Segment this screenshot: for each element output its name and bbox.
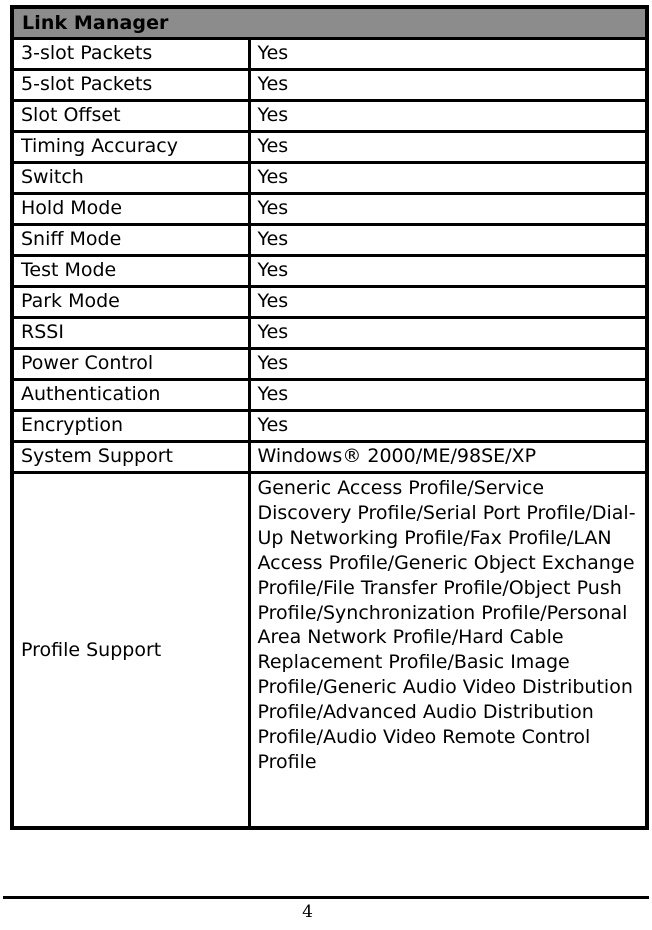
row-label-cell: Slot Offset — [10, 99, 251, 133]
table-row: Encryption Yes — [10, 409, 649, 443]
row-value-cell: Yes — [247, 254, 649, 288]
table-row: Slot Offset Yes — [10, 99, 649, 133]
row-label-cell: 5-slot Packets — [10, 68, 251, 102]
row-value-cell: Yes — [247, 161, 649, 195]
row-label: Park Mode — [21, 290, 120, 312]
spec-table-body: Link Manager 3-slot Packets Yes 5-slot Pac… — [10, 5, 649, 830]
row-label: Encryption — [21, 414, 124, 436]
table-row: Test Mode Yes — [10, 254, 649, 288]
row-value-cell: Yes — [247, 68, 649, 102]
row-label-cell: Park Mode — [10, 285, 251, 319]
row-label-cell: Sniff Mode — [10, 223, 251, 257]
row-value: Yes — [257, 104, 289, 126]
table-row-profile-support: Profile Support Generic Access Profile/S… — [10, 471, 649, 830]
footer-divider — [3, 896, 649, 899]
table-row: Authentication Yes — [10, 378, 649, 412]
row-label-cell: Hold Mode — [10, 192, 251, 226]
row-label: Sniff Mode — [21, 228, 122, 250]
row-value: Yes — [257, 352, 289, 374]
section-header-title: Link Manager — [22, 12, 169, 34]
row-value-cell: Yes — [247, 285, 649, 319]
row-label: Authentication — [21, 383, 161, 405]
row-value: Yes — [257, 197, 289, 219]
row-label: 5-slot Packets — [21, 73, 153, 95]
row-label-cell: Authentication — [10, 378, 251, 412]
row-value-cell: Yes — [247, 130, 649, 164]
row-value: Yes — [257, 42, 289, 64]
row-value-cell: Yes — [247, 99, 649, 133]
row-value-cell: Yes — [247, 378, 649, 412]
table-row: 3-slot Packets Yes — [10, 37, 649, 71]
row-label-cell: RSSI — [10, 316, 251, 350]
row-value-cell: Yes — [247, 347, 649, 381]
profile-support-label-cell: Profile Support — [10, 471, 251, 830]
row-label-cell: Power Control — [10, 347, 251, 381]
row-value: Yes — [257, 73, 289, 95]
row-label: RSSI — [21, 321, 64, 343]
row-value-cell: Windows® 2000/ME/98SE/XP — [247, 440, 649, 474]
row-label-cell: Switch — [10, 161, 251, 195]
table-row: Switch Yes — [10, 161, 649, 195]
table-row: Power Control Yes — [10, 347, 649, 381]
row-label: 3-slot Packets — [21, 42, 153, 64]
profile-support-label: Profile Support — [21, 638, 162, 661]
row-value: Yes — [257, 290, 289, 312]
page-number: 4 — [302, 902, 313, 922]
section-header-cell: Link Manager — [10, 5, 649, 40]
row-value-cell: Yes — [247, 37, 649, 71]
document-page: Link Manager 3-slot Packets Yes 5-slot Pac… — [0, 0, 652, 930]
row-label-cell: Encryption — [10, 409, 251, 443]
row-value: Yes — [257, 228, 289, 250]
table-row: 5-slot Packets Yes — [10, 68, 649, 102]
row-value: Yes — [257, 414, 289, 436]
row-value: Yes — [257, 383, 289, 405]
row-value-cell: Yes — [247, 192, 649, 226]
row-label-cell: Timing Accuracy — [10, 130, 251, 164]
row-value-cell: Yes — [247, 316, 649, 350]
row-label: System Support — [21, 445, 173, 467]
row-value: Windows® 2000/ME/98SE/XP — [257, 445, 537, 467]
row-label-cell: 3-slot Packets — [10, 37, 251, 71]
row-value: Yes — [257, 259, 289, 281]
section-header-row: Link Manager — [10, 5, 649, 40]
table-row: Timing Accuracy Yes — [10, 130, 649, 164]
row-label: Test Mode — [21, 259, 117, 281]
profile-support-value: Generic Access Profile/Service Discovery… — [257, 477, 636, 773]
row-label-cell: System Support — [10, 440, 251, 474]
table-row: System Support Windows® 2000/ME/98SE/XP — [10, 440, 649, 474]
row-label: Slot Offset — [21, 104, 121, 126]
row-label: Power Control — [21, 352, 154, 374]
table-row: Sniff Mode Yes — [10, 223, 649, 257]
row-value: Yes — [257, 166, 289, 188]
table-row: RSSI Yes — [10, 316, 649, 350]
row-label: Hold Mode — [21, 197, 123, 219]
table-row: Hold Mode Yes — [10, 192, 649, 226]
row-value-cell: Yes — [247, 223, 649, 257]
row-label: Switch — [21, 166, 84, 188]
link-manager-spec-table: Link Manager 3-slot Packets Yes 5-slot Pac… — [10, 5, 649, 830]
table-row: Park Mode Yes — [10, 285, 649, 319]
row-value-cell: Yes — [247, 409, 649, 443]
row-label: Timing Accuracy — [21, 135, 178, 157]
row-value: Yes — [257, 135, 289, 157]
profile-support-value-cell: Generic Access Profile/Service Discovery… — [247, 471, 649, 830]
row-value: Yes — [257, 321, 289, 343]
row-label-cell: Test Mode — [10, 254, 251, 288]
